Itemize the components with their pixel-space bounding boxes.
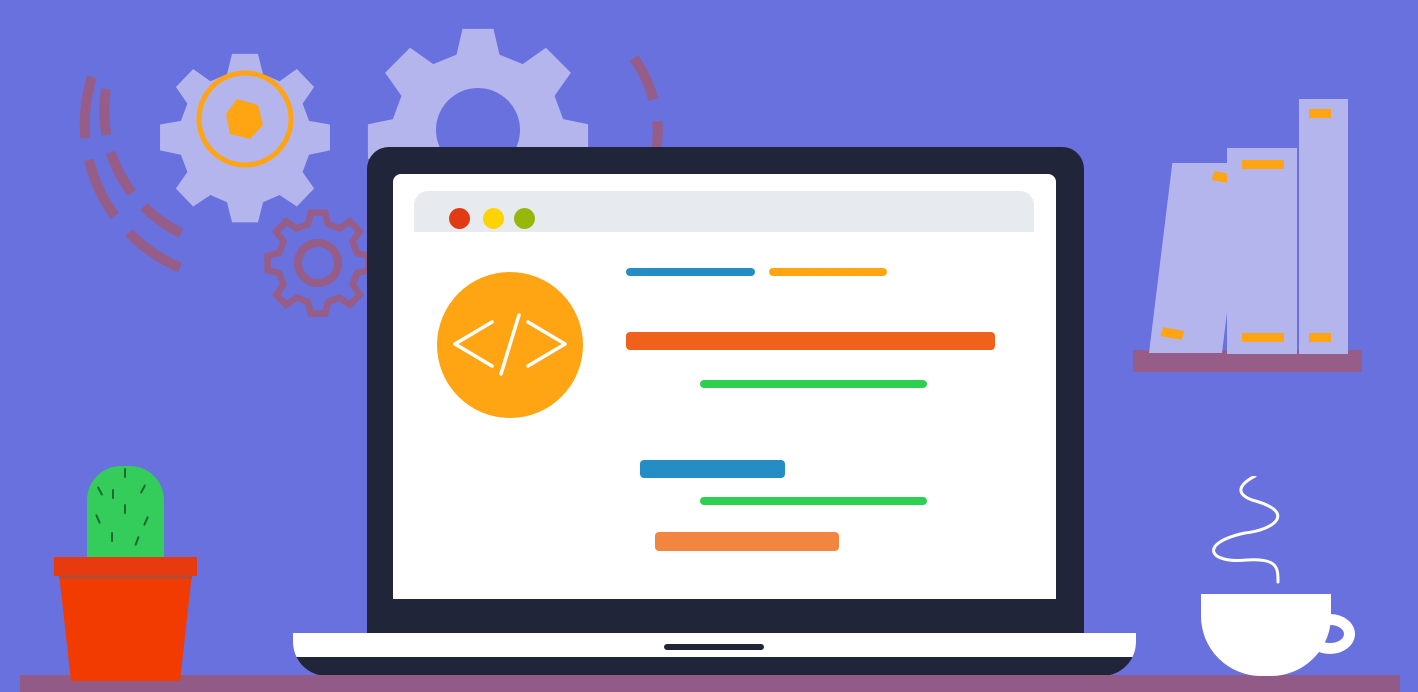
book-spine-mark	[1242, 333, 1284, 342]
coffee-cup-body	[1201, 594, 1331, 676]
plant-pot	[54, 557, 197, 685]
plant-pot-rim-shadow	[59, 575, 192, 579]
maximize-window-dot	[514, 208, 535, 229]
cactus-icon	[87, 466, 164, 562]
plant-pot-rim	[54, 557, 197, 576]
laptop-base	[293, 633, 1136, 676]
standing-book	[1227, 148, 1297, 354]
large-gear-icon	[160, 53, 330, 223]
cactus-spine	[143, 516, 149, 526]
desk-surface	[20, 675, 1400, 692]
book-spine-mark	[1160, 327, 1185, 340]
close-window-dot	[449, 208, 470, 229]
code-line-blue-short	[626, 268, 755, 276]
browser-toolbar	[414, 191, 1034, 232]
minimize-window-dot	[483, 208, 504, 229]
cactus-spine	[95, 514, 101, 524]
cactus-spine	[139, 484, 147, 494]
code-line-blue-medium	[640, 460, 785, 478]
laptop-opening-notch	[664, 644, 764, 650]
cactus-spine	[124, 468, 126, 478]
laptop-display: </>	[393, 174, 1056, 599]
code-line-green	[700, 380, 927, 388]
tall-book	[1299, 99, 1348, 354]
developer-workspace-illustration: </>	[0, 0, 1418, 692]
plant-pot-body	[59, 573, 192, 681]
book-spine-mark	[1242, 160, 1284, 169]
cactus-spine	[111, 532, 113, 542]
book-spine-mark	[1309, 333, 1331, 342]
code-icon: </>	[437, 272, 583, 418]
cactus-spine	[112, 489, 114, 499]
rotation-arc-left-icon	[79, 75, 192, 273]
small-gear-icon	[264, 209, 372, 317]
code-line-orange-medium	[655, 532, 839, 551]
steam-icon	[1212, 476, 1280, 584]
cactus-spine	[134, 535, 140, 547]
code-line-green	[700, 497, 927, 505]
code-line-red-orange-long	[626, 332, 995, 350]
code-line-orange-short	[769, 268, 887, 276]
cactus-spine	[96, 486, 104, 496]
cactus-spine	[124, 504, 126, 514]
book-spine-mark	[1309, 109, 1331, 118]
coffee-cup-icon	[1201, 594, 1355, 686]
